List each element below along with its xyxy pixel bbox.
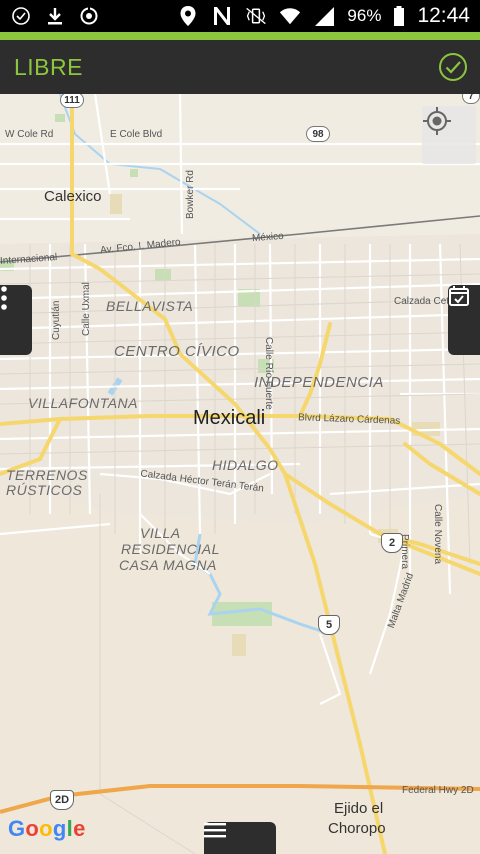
battery-percent: 96%	[347, 6, 382, 25]
district-label: INDEPENDENCIA	[254, 374, 384, 391]
confirm-button[interactable]	[438, 52, 468, 82]
district-label: HIDALGO	[212, 457, 279, 473]
wifi-icon	[279, 5, 301, 27]
street-label: México	[251, 230, 285, 245]
town-label-ejido: Ejido el	[334, 800, 384, 817]
calendar-tab[interactable]	[448, 285, 480, 355]
route-shield: 2D	[50, 790, 74, 810]
app-bar: LIBRE	[0, 40, 480, 94]
street-label: Federal Hwy 2D	[402, 785, 474, 796]
town-label-choropo: Choropo	[328, 820, 386, 837]
app-title: LIBRE	[14, 53, 83, 80]
google-logo: Google	[8, 816, 86, 841]
status-bar-right: 96% 12:44	[177, 4, 470, 28]
district-label: BELLAVISTA	[106, 298, 194, 314]
hamburger-icon	[204, 823, 226, 838]
district-label: VILLAFONTANA	[28, 395, 138, 411]
check-circle-icon	[10, 5, 32, 27]
download-icon	[44, 5, 66, 27]
district-label: VILLA	[140, 525, 181, 541]
street-label: Calzada Cet	[394, 296, 450, 307]
my-location-button[interactable]	[422, 106, 476, 164]
district-label: CASA MAGNA	[119, 557, 217, 573]
status-bar: 96% 12:44	[0, 0, 480, 32]
battery-icon	[393, 5, 405, 27]
route-shield: 111	[60, 94, 84, 108]
street-label: Calle Uxmal	[81, 282, 92, 336]
location-pin-icon	[177, 5, 199, 27]
street-label: Cuyutlán	[51, 300, 62, 340]
district-label: RÚSTICOS	[6, 482, 83, 498]
route-shield: 98	[306, 126, 330, 142]
accent-strip	[0, 32, 480, 40]
clock: 12:44	[417, 4, 470, 27]
nfc-icon	[211, 5, 233, 27]
signal-icon	[313, 5, 335, 27]
city-label: Mexicali	[193, 407, 266, 429]
map-view[interactable]: W Cole Rd E Cole Blvd Bowker Rd Calexico…	[0, 94, 480, 854]
sync-icon	[78, 5, 100, 27]
town-label-calexico: Calexico	[44, 188, 102, 205]
crosshair-icon	[423, 107, 451, 135]
district-label: TERRENOS	[6, 467, 88, 483]
district-label: RESIDENCIAL	[121, 541, 220, 557]
menu-button[interactable]	[204, 822, 276, 854]
options-tab[interactable]	[0, 285, 32, 355]
status-bar-left	[10, 5, 100, 27]
vibrate-icon	[245, 5, 267, 27]
district-label: CENTRO CÍVICO	[114, 343, 240, 360]
street-label: Bowker Rd	[185, 170, 196, 219]
route-shield: 2	[381, 533, 403, 553]
street-label: Calle Novena	[432, 504, 443, 565]
street-label: E Cole Blvd	[110, 129, 163, 140]
calendar-check-icon	[449, 286, 469, 306]
check-circle-icon	[439, 53, 467, 81]
route-shield: 5	[318, 615, 340, 635]
more-vert-icon	[1, 286, 7, 310]
street-label: W Cole Rd	[5, 129, 54, 140]
